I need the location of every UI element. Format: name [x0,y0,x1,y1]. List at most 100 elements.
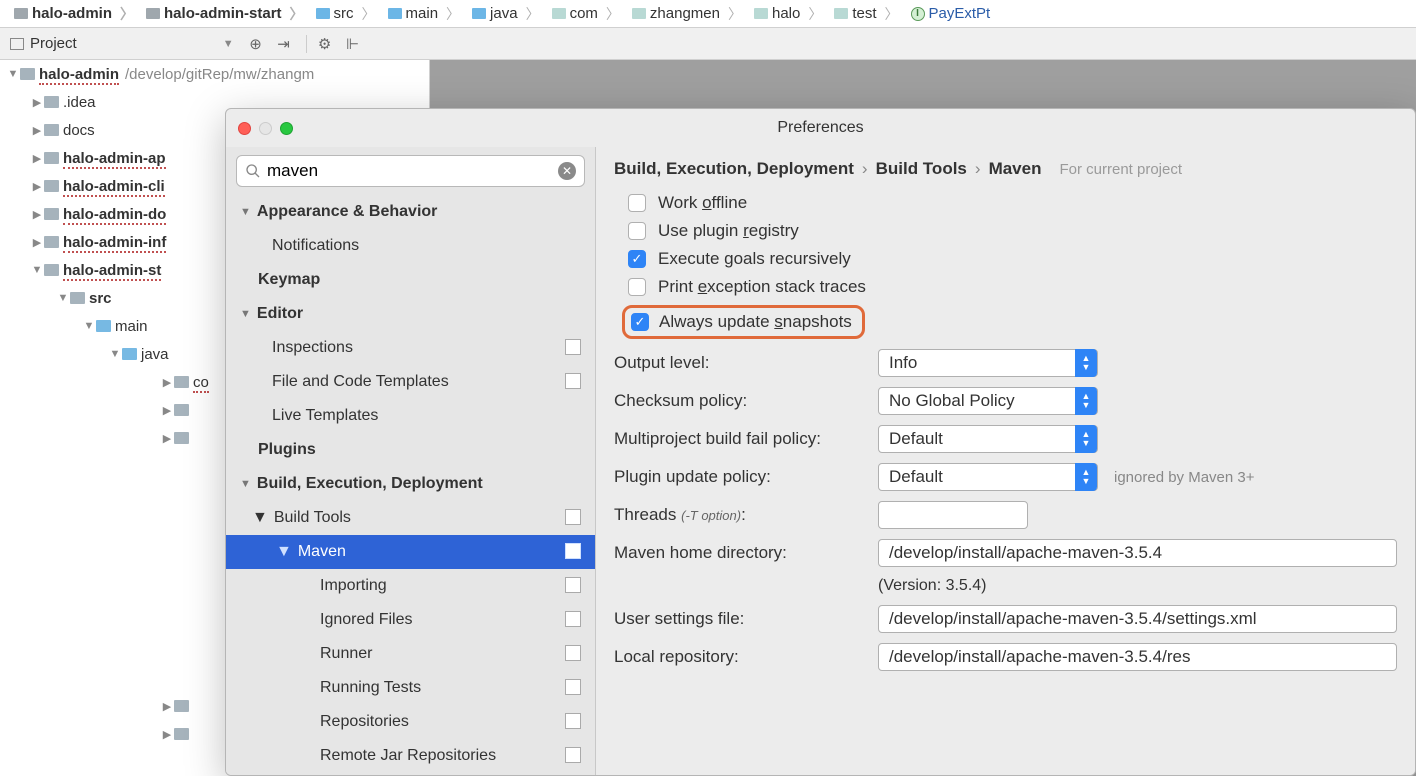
crumb-3: Maven [989,159,1042,179]
category-keymap[interactable]: Keymap [226,263,595,297]
project-view-selector[interactable]: Project ▼ [0,35,244,52]
titlebar: Preferences [226,109,1415,147]
package-icon [174,376,189,388]
maven-home-input[interactable]: /develop/install/apache-maven-3.5.4 [878,539,1397,567]
plugin-registry-checkbox[interactable] [628,222,646,240]
breadcrumb-item[interactable]: com [546,4,626,24]
always-update-snapshots-label: Always update snapshots [659,312,852,332]
checksum-policy-select[interactable]: No Global Policy▲▼ [878,387,1098,415]
print-exception-checkbox[interactable] [628,278,646,296]
breadcrumb-item[interactable]: test [828,4,904,24]
module-icon [44,236,59,248]
breadcrumb-item[interactable]: src [310,4,382,24]
project-icon [10,38,24,50]
breadcrumb-item[interactable]: java [466,4,546,24]
category-build-tools[interactable]: ▼Build Tools [226,501,595,535]
folder-icon [316,8,330,19]
copy-icon [567,375,581,389]
work-offline-checkbox[interactable] [628,194,646,212]
module-icon [44,264,59,276]
search-input[interactable] [267,161,558,181]
preferences-content: Build, Execution, Deployment › Build Too… [596,147,1415,775]
category-maven[interactable]: ▼Maven [226,535,595,569]
clear-search-button[interactable]: ✕ [558,162,576,180]
chevron-down-icon: ▼ [252,509,268,527]
copy-icon [567,613,581,627]
project-label: Project [30,35,77,52]
copy-icon [567,511,581,525]
project-scope-hint: For current project [1055,161,1182,178]
root-path: /develop/gitRep/mw/zhangm [125,66,314,83]
package-icon [632,8,646,19]
maximize-button[interactable] [280,122,293,135]
chevron-down-icon: ▼ [240,478,251,490]
project-toolbar: Project ▼ ⊕ ⇥ ⚙ ⊩ [0,28,1416,60]
navigation-breadcrumb: halo-admin halo-admin-start src main jav… [0,0,1416,28]
category-remote-jar[interactable]: Remote Jar Repositories [226,739,595,773]
category-ignored-files[interactable]: Ignored Files [226,603,595,637]
dialog-title: Preferences [777,119,863,137]
category-runner[interactable]: Runner [226,637,595,671]
print-exception-label: Print exception stack traces [658,277,866,297]
minimize-button[interactable] [259,122,272,135]
preferences-sidebar: ✕ ▼Appearance & Behavior Notifications K… [226,147,596,775]
select-arrows-icon: ▲▼ [1075,349,1097,377]
folder-icon [174,728,189,740]
crumb-1[interactable]: Build, Execution, Deployment [614,159,854,179]
select-arrows-icon: ▲▼ [1075,387,1097,415]
chevron-down-icon: ▼ [223,38,234,50]
local-repo-input[interactable]: /develop/install/apache-maven-3.5.4/res [878,643,1397,671]
locate-button[interactable]: ⊕ [244,32,268,56]
category-appearance[interactable]: ▼Appearance & Behavior [226,195,595,229]
copy-icon [567,715,581,729]
close-button[interactable] [238,122,251,135]
module-icon [44,208,59,220]
plugin-update-policy-select[interactable]: Default▲▼ [878,463,1098,491]
folder-icon [174,432,189,444]
breadcrumb-item[interactable]: halo-admin-start [140,4,310,24]
breadcrumb-item[interactable]: halo [748,4,828,24]
preferences-dialog: Preferences ✕ ▼Appearance & Behavior Not… [225,108,1416,776]
hide-button[interactable]: ⊩ [341,32,365,56]
maven-version: (Version: 3.5.4) [878,577,1397,595]
gear-icon[interactable]: ⚙ [313,32,337,56]
category-repositories[interactable]: Repositories [226,705,595,739]
breadcrumb-item[interactable]: main [382,4,467,24]
category-notifications[interactable]: Notifications [226,229,595,263]
threads-input[interactable] [878,501,1028,529]
category-plugins[interactable]: Plugins [226,433,595,467]
package-icon [834,8,848,19]
plugin-update-policy-label: Plugin update policy: [614,467,878,487]
execute-goals-checkbox[interactable]: ✓ [628,250,646,268]
folder-icon [44,96,59,108]
folder-icon [122,348,137,360]
folder-icon [388,8,402,19]
collapse-button[interactable]: ⇥ [272,32,296,56]
category-inspections[interactable]: Inspections [226,331,595,365]
folder-icon [472,8,486,19]
tree-root[interactable]: ▼ halo-admin /develop/gitRep/mw/zhangm [0,60,429,88]
crumb-2[interactable]: Build Tools [876,159,967,179]
breadcrumb-item[interactable]: halo-admin [8,4,140,24]
output-level-select[interactable]: Info▲▼ [878,349,1098,377]
chevron-down-icon[interactable]: ▼ [6,68,20,80]
execute-goals-label: Execute goals recursively [658,249,851,269]
category-build[interactable]: ▼Build, Execution, Deployment [226,467,595,501]
multiproject-policy-select[interactable]: Default▲▼ [878,425,1098,453]
breadcrumb-item[interactable]: zhangmen [626,4,748,24]
settings-breadcrumb: Build, Execution, Deployment › Build Too… [614,159,1397,179]
checksum-policy-label: Checksum policy: [614,391,878,411]
select-arrows-icon: ▲▼ [1075,463,1097,491]
package-icon [552,8,566,19]
breadcrumb-item[interactable]: IPayExtPt [905,5,1005,22]
category-running-tests[interactable]: Running Tests [226,671,595,705]
category-editor[interactable]: ▼Editor [226,297,595,331]
user-settings-input[interactable]: /develop/install/apache-maven-3.5.4/sett… [878,605,1397,633]
category-importing[interactable]: Importing [226,569,595,603]
category-live-templates[interactable]: Live Templates [226,399,595,433]
copy-icon [567,749,581,763]
module-icon [146,8,160,19]
package-icon [754,8,768,19]
always-update-snapshots-checkbox[interactable]: ✓ [631,313,649,331]
category-file-templates[interactable]: File and Code Templates [226,365,595,399]
